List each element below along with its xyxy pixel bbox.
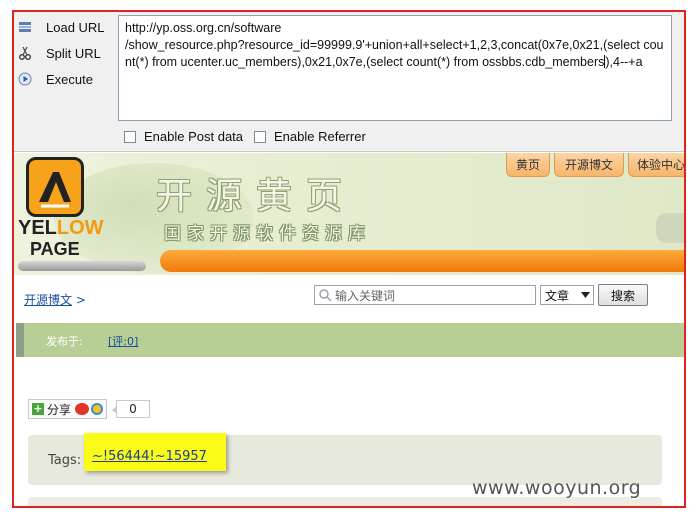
search-select-value: 文章 [545,288,570,303]
logo-word-page: PAGE [30,239,80,259]
execute-label: Execute [46,71,93,87]
search-input[interactable]: 输入关键词 [314,285,536,305]
banner-decoration-right [656,213,684,243]
breadcrumb-separator: > [75,293,86,307]
watermark: www.wooyun.org [472,477,642,499]
search-placeholder: 输入关键词 [335,288,396,303]
breadcrumb-link-blog[interactable]: 开源博文 [24,293,72,307]
web-page: YELLOW PAGE 开源黄页 国家开源软件资源库 黄页 开源博文 体验中心 … [14,153,684,506]
logo-word-yellow: YELLOW [18,217,104,240]
breadcrumb-search-row: 开源博文 > 输入关键词 文章 搜索 [14,279,684,313]
enable-post-checkbox[interactable]: Enable Post data [124,129,243,144]
logo-a-icon [39,172,71,208]
site-logo[interactable]: YELLOW PAGE [18,157,150,271]
chevron-down-icon [581,292,590,298]
logo-word-part: YEL [18,217,57,239]
checkbox-box [254,130,266,143]
play-icon [18,72,32,86]
nav-tab-huangye[interactable]: 黄页 [506,153,550,177]
article-meta-strip: 发布于: [评:0] [16,323,684,357]
plus-icon: + [32,402,44,415]
load-url-button[interactable]: Load URL [16,16,116,38]
share-button[interactable]: + 分享 [28,399,108,419]
screenshot-frame: Load URL Split URL Execute http://yp.oss… [12,10,686,508]
url-text-before-caret: http://yp.oss.org.cn/software /show_reso… [125,21,664,69]
nav-tab-experience[interactable]: 体验中心 [628,153,684,177]
comment-link[interactable]: [评:0] [108,333,138,349]
search-type-select[interactable]: 文章 [540,285,594,305]
site-banner: YELLOW PAGE 开源黄页 国家开源软件资源库 黄页 开源博文 体验中心 [14,153,684,275]
load-url-label: Load URL [46,19,105,35]
enable-referrer-checkbox[interactable]: Enable Referrer [254,129,366,144]
hackbar-panel: Load URL Split URL Execute http://yp.oss… [14,12,684,152]
checkbox-box [124,130,136,143]
weibo-icon[interactable] [75,403,90,415]
logo-word-part: LOW [56,217,104,239]
nav-tab-blog[interactable]: 开源博文 [554,153,624,177]
load-url-icon [18,20,32,34]
split-url-label: Split URL [46,45,101,61]
breadcrumb: 开源博文 > [24,291,86,308]
share-count: 0 [112,400,150,418]
enable-post-label: Enable Post data [144,129,244,144]
url-text-after-caret: ),4--+a [605,55,643,69]
execute-button[interactable]: Execute [16,68,116,90]
qzone-icon[interactable] [91,403,104,415]
split-url-button[interactable]: Split URL [16,42,116,64]
scissors-icon [18,46,32,60]
share-label: 分享 [47,402,72,417]
search-icon [319,289,332,302]
logo-tile [26,157,84,217]
tags-highlight: ~!56444!~15957 [84,433,226,471]
banner-subtitle: 国家开源软件资源库 [164,224,371,244]
logo-bar [18,261,146,271]
banner-title: 开源黄页 [156,176,357,217]
tag-link[interactable]: ~!56444!~15957 [92,449,207,464]
enable-referrer-label: Enable Referrer [274,129,366,144]
search-button[interactable]: 搜索 [598,284,648,306]
url-textarea[interactable]: http://yp.oss.org.cn/software /show_reso… [118,15,672,121]
posted-label: 发布于: [46,335,83,348]
tags-label: Tags: [48,453,82,468]
banner-orange-bar [160,250,684,272]
